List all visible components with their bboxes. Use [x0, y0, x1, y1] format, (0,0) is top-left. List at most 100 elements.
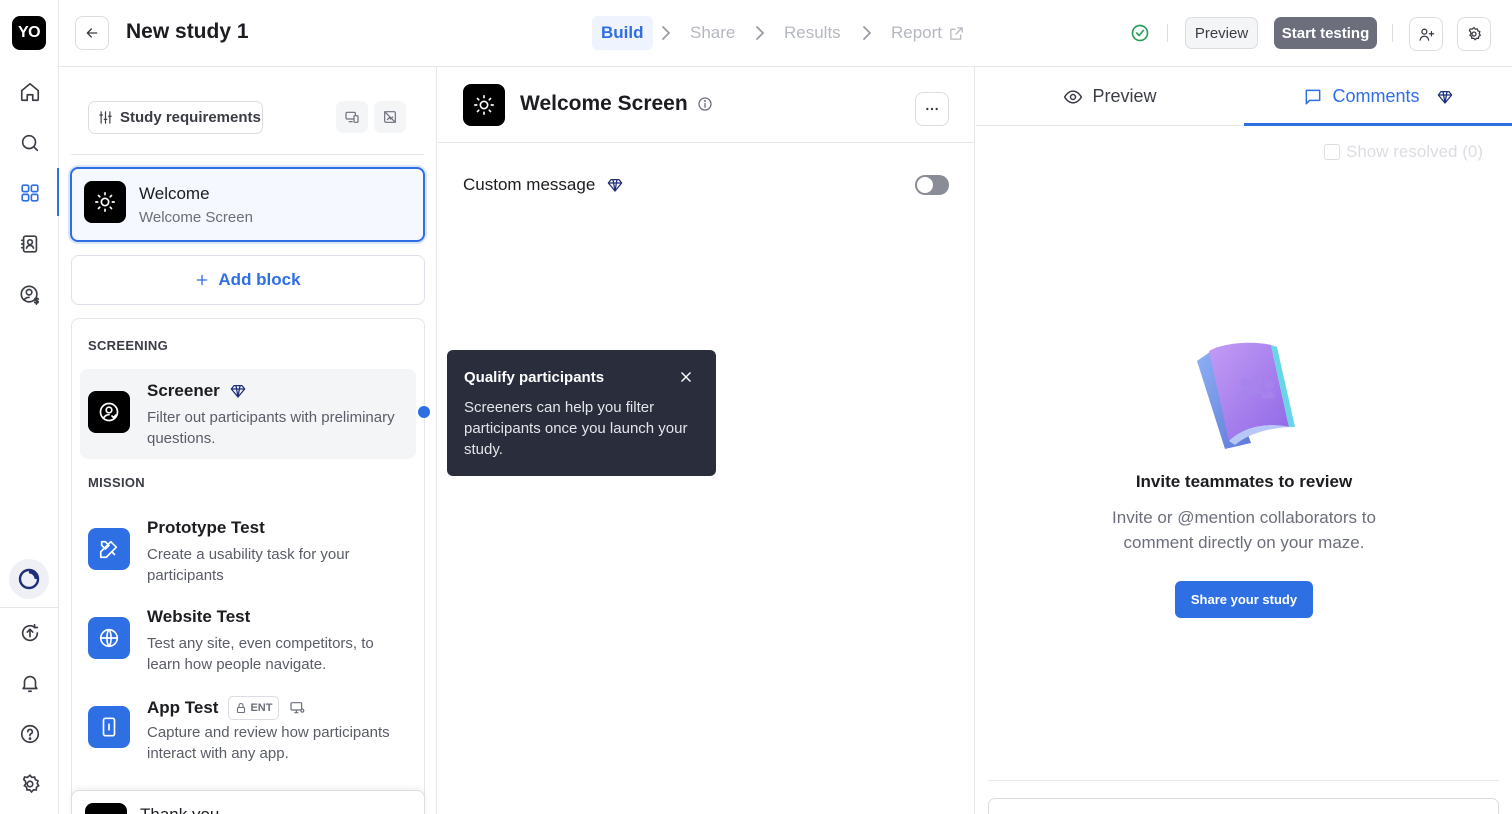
monitor-icon: [290, 702, 305, 714]
study-requirements-button[interactable]: Study requirements: [88, 101, 263, 134]
thank-you-block-title: Thank you: [140, 805, 219, 814]
devices-icon: [345, 111, 359, 123]
study-title[interactable]: New study 1: [126, 20, 249, 44]
header-divider: [1167, 24, 1168, 42]
block-item-title: Website Test: [147, 607, 251, 626]
custom-message-row: Custom message: [463, 175, 623, 195]
block-item-title: Screener: [147, 381, 246, 401]
custom-message-toggle[interactable]: [915, 175, 949, 195]
contacts-icon[interactable]: [15, 229, 44, 258]
tooltip-title: Qualify participants: [464, 369, 605, 386]
enterprise-badge: ENT: [228, 696, 280, 720]
qualify-participants-tooltip: Qualify participants Screeners can help …: [447, 350, 716, 476]
block-item-desc: Filter out participants with preliminary…: [147, 409, 395, 447]
phone-icon: [88, 706, 130, 748]
help-icon[interactable]: [15, 719, 44, 748]
block-item-desc: Create a usability task for your partici…: [147, 546, 350, 584]
left-rail: YO: [0, 0, 59, 814]
add-block-button[interactable]: Add block: [71, 255, 425, 305]
comments-divider: [988, 780, 1499, 781]
step-results[interactable]: Results: [775, 16, 850, 50]
grid-icon[interactable]: [15, 178, 44, 207]
bell-icon[interactable]: [15, 668, 44, 697]
step-build[interactable]: Build: [592, 16, 653, 50]
workspace-logo[interactable]: YO: [12, 16, 46, 50]
tab-comments-label: Comments: [1332, 86, 1420, 106]
user-plus-icon: [1418, 28, 1434, 41]
plan-icon[interactable]: [9, 559, 49, 599]
block-item-screener[interactable]: Screener Filter out participants with pr…: [80, 369, 416, 459]
pencil-ruler-icon: [88, 528, 130, 570]
block-item-website-test[interactable]: Website Test Test any site, even competi…: [80, 595, 416, 685]
editor-title-text: Welcome Screen: [520, 92, 688, 115]
editor-header: Welcome Screen: [438, 67, 975, 143]
thank-you-icon: [85, 803, 127, 814]
block-item-desc: Test any site, even competitors, to lear…: [147, 635, 374, 673]
info-icon[interactable]: [697, 96, 713, 112]
chevron-right-icon: [662, 26, 671, 40]
onboarding-hotspot[interactable]: [418, 406, 430, 418]
header-divider: [1392, 24, 1393, 42]
gear-icon[interactable]: [15, 769, 44, 798]
diamond-icon: [607, 179, 623, 192]
workspace-logo-text: YO: [17, 24, 41, 41]
show-resolved-filter[interactable]: Show resolved (0): [1324, 142, 1483, 162]
check-circle-icon: [1131, 24, 1149, 42]
arrow-left-icon: [86, 28, 98, 38]
sun-icon: [463, 84, 505, 126]
comment-input[interactable]: [988, 798, 1499, 814]
invite-description: Invite or @mention collaborators to comm…: [1112, 508, 1376, 552]
upload-icon[interactable]: [15, 618, 44, 647]
blocks-divider: [71, 154, 424, 155]
invite-user-button[interactable]: [1409, 17, 1443, 51]
block-library: SCREENING Screener Filter out participan…: [71, 318, 425, 814]
chevron-right-icon: [863, 26, 872, 40]
home-icon[interactable]: [15, 77, 44, 106]
welcome-block-title: Welcome: [139, 184, 210, 203]
lock-icon: [237, 702, 246, 714]
close-icon[interactable]: [679, 370, 693, 384]
welcome-block-card[interactable]: Welcome Welcome Screen: [70, 167, 425, 242]
block-item-app-test[interactable]: App Test ENT Capture and review how part…: [80, 684, 416, 774]
show-resolved-label: Show resolved (0): [1346, 142, 1484, 161]
side-panel: Preview Comments Show resolved (0) Invit…: [976, 67, 1512, 814]
invite-title: Invite teammates to review: [1135, 472, 1353, 491]
settings-button[interactable]: [1457, 17, 1491, 51]
blocks-panel: Study requirements Welcome Welcome Scree…: [59, 67, 437, 814]
block-item-title: App Test ENT: [147, 696, 305, 720]
search-icon[interactable]: [15, 128, 44, 157]
globe-icon: [88, 617, 130, 659]
plus-icon: [197, 274, 208, 286]
share-study-button[interactable]: Share your study: [1175, 581, 1313, 618]
toggle-knob: [917, 177, 933, 193]
tab-preview-label: Preview: [1092, 86, 1157, 106]
user-search-icon: [88, 391, 130, 433]
rail-divider: [0, 607, 59, 608]
diamond-icon: [230, 385, 246, 398]
start-testing-button[interactable]: Start testing: [1274, 17, 1377, 49]
welcome-block-subtitle: Welcome Screen: [139, 209, 253, 226]
active-tab-underline: [1244, 123, 1512, 126]
section-label-mission: MISSION: [88, 475, 145, 490]
more-options-button[interactable]: [915, 92, 949, 126]
step-report[interactable]: Report: [882, 16, 974, 50]
block-item-title: Prototype Test: [147, 518, 265, 537]
tab-comments[interactable]: Comments: [1244, 67, 1512, 126]
step-report-label: Report: [891, 23, 943, 42]
thank-you-block-card[interactable]: Thank you: [71, 790, 425, 814]
sliders-icon: [99, 111, 112, 124]
device-view-button[interactable]: [336, 101, 368, 133]
preview-button[interactable]: Preview: [1185, 17, 1258, 49]
hide-media-button[interactable]: [374, 101, 406, 133]
external-link-icon: [950, 26, 963, 40]
back-button[interactable]: [75, 16, 109, 50]
block-item-desc: Capture and review how participants inte…: [147, 724, 390, 762]
show-resolved-checkbox[interactable]: [1324, 144, 1340, 160]
block-item-prototype-test[interactable]: Prototype Test Create a usability task f…: [80, 506, 416, 596]
editor-title: Welcome Screen: [520, 92, 713, 116]
tab-preview[interactable]: Preview: [976, 67, 1244, 126]
diamond-icon: [1437, 90, 1452, 104]
user-dollar-icon[interactable]: [15, 280, 44, 309]
top-header: New study 1 Build Share Results Report P…: [59, 0, 1512, 67]
step-share[interactable]: Share: [681, 16, 744, 50]
